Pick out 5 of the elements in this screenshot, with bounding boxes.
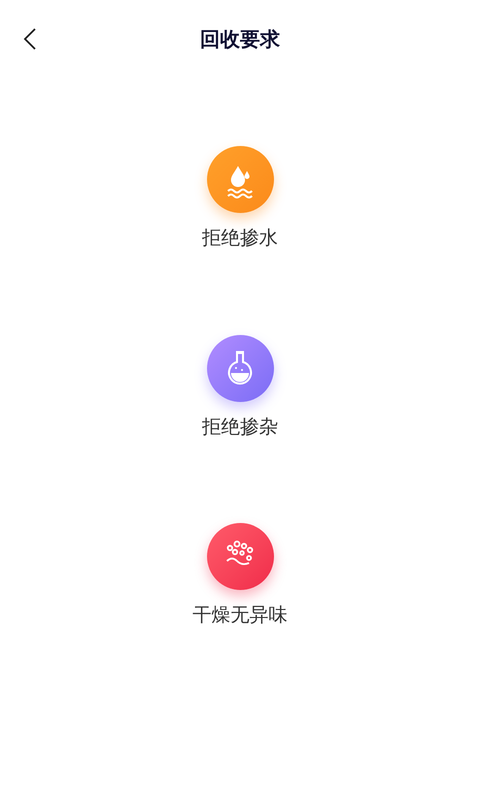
back-icon (23, 27, 37, 51)
requirement-label: 干燥无异味 (192, 604, 288, 628)
requirement-label: 拒绝掺水 (202, 227, 278, 251)
page-title: 回收要求 (200, 28, 280, 53)
requirement-label: 拒绝掺杂 (202, 416, 278, 440)
